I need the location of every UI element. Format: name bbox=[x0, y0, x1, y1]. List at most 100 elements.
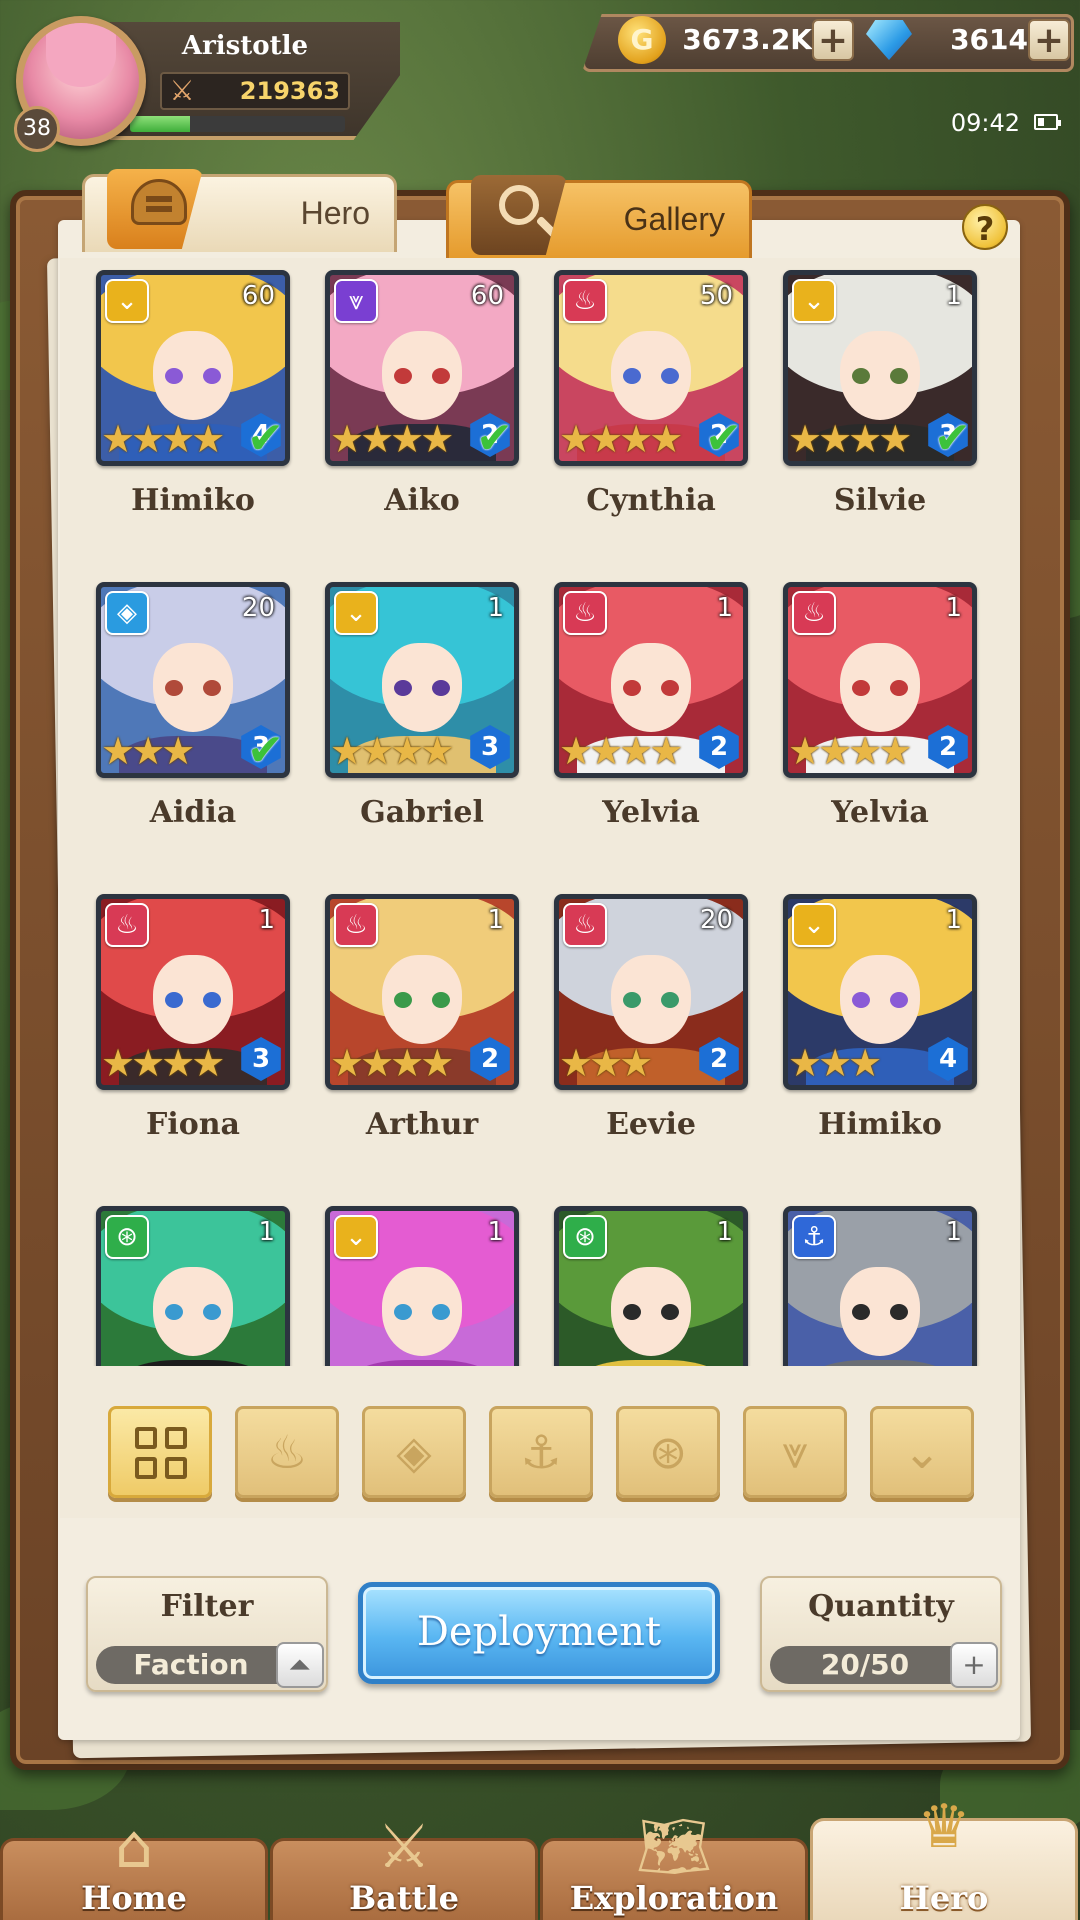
tab-hero[interactable]: Hero bbox=[82, 169, 397, 252]
hero-card[interactable]: ♨ 1 ★★★★ 2 Yelvia bbox=[783, 582, 977, 830]
filter-dropdown[interactable]: Faction ⏶ bbox=[96, 1642, 324, 1688]
hero-level: 1 bbox=[716, 593, 733, 623]
hero-stars: ★★★★ bbox=[788, 417, 912, 461]
hero-card[interactable]: ♨ 1 ★★★★ 2 Yelvia bbox=[554, 582, 748, 830]
hero-card[interactable]: ♨ 1 ★★★★ 2 Arthur bbox=[325, 894, 519, 1142]
hero-card[interactable]: ⩔ 60 ★★★★ 2 ✔ Aiko bbox=[325, 270, 519, 518]
hero-stars: ★★★★ bbox=[101, 1041, 225, 1085]
hero-card[interactable]: ◈ 20 ★★★ 3 ✔ Aidia bbox=[96, 582, 290, 830]
hero-name: Cynthia bbox=[586, 483, 716, 518]
hero-level: 1 bbox=[945, 1217, 962, 1247]
add-gold-button[interactable]: + bbox=[812, 19, 854, 61]
hero-card[interactable]: ⌄ 1 ★★★★ 3 ✔ Silvie bbox=[783, 270, 977, 518]
gold-value: 3673.2K bbox=[682, 23, 812, 56]
hero-level: 1 bbox=[945, 905, 962, 935]
nature-faction-icon: ⊛ bbox=[105, 1215, 149, 1259]
help-button[interactable]: ? bbox=[962, 204, 1008, 250]
gem-value: 3614 bbox=[950, 23, 1028, 56]
hero-card[interactable]: ♨ 50 ★★★★ 2 ✔ Cynthia bbox=[554, 270, 748, 518]
hero-portrait: ◈ 20 ★★★ 3 ✔ bbox=[96, 582, 290, 778]
hero-level: 1 bbox=[258, 905, 275, 935]
filter-control: Filter Faction ⏶ bbox=[86, 1576, 328, 1692]
hero-card[interactable]: ⌄ 1 ★★★ 4 Himiko bbox=[783, 894, 977, 1142]
hero-card[interactable]: ⌄ 1 ★★★★ 3 Gabriel bbox=[325, 582, 519, 830]
faction-filter-icon: ⊛ bbox=[648, 1425, 688, 1479]
hero-stars: ★★★★ bbox=[559, 417, 683, 461]
light-faction-icon: ⌄ bbox=[792, 903, 836, 947]
hero-name: Yelvia bbox=[602, 795, 700, 830]
hero-card[interactable]: ♨ 1 ★★★★ 3 Fiona bbox=[96, 894, 290, 1142]
filter-toggle-button[interactable]: ⏶ bbox=[276, 1642, 324, 1688]
add-gems-button[interactable]: + bbox=[1028, 19, 1070, 61]
faction-filter-icon: ⚓ bbox=[520, 1425, 562, 1479]
hero-portrait: ⌄ 60 ★★★★ 4 ✔ bbox=[96, 270, 290, 466]
tab-gallery[interactable]: Gallery bbox=[446, 175, 752, 258]
hero-art-face bbox=[152, 642, 234, 733]
xp-bar bbox=[130, 116, 345, 132]
battery-icon bbox=[1034, 114, 1061, 130]
hero-level: 1 bbox=[716, 1217, 733, 1247]
hero-card[interactable]: ⌄ 60 ★★★★ 4 ✔ Himiko bbox=[96, 270, 290, 518]
power-value: 219363 bbox=[239, 77, 340, 105]
xp-fill bbox=[130, 116, 191, 132]
water-faction-icon: ◈ bbox=[105, 591, 149, 635]
status-time: 09:42 bbox=[950, 109, 1020, 137]
faction-filter-bar: ♨ ◈ ⚓ ⊛ ⩔ ⌄ bbox=[88, 1366, 994, 1498]
anchor-filter-button[interactable]: ⚓ bbox=[489, 1406, 593, 1498]
filter-value: Faction bbox=[133, 1648, 249, 1681]
player-level-badge: 38 bbox=[14, 106, 60, 152]
hero-level: 20 bbox=[241, 593, 275, 623]
hero-card[interactable]: ⊛ 1 bbox=[554, 1206, 748, 1366]
all-filter-button[interactable] bbox=[108, 1406, 212, 1498]
deployed-check-icon: ✔ bbox=[934, 413, 971, 464]
hero-portrait: ⌄ 1 ★★★★ 3 ✔ bbox=[783, 270, 977, 466]
faction-filter-icon: ◈ bbox=[396, 1425, 432, 1479]
filter-label: Filter bbox=[160, 1589, 254, 1624]
hero-art-face bbox=[839, 642, 921, 733]
hero-name: Gabriel bbox=[360, 795, 484, 830]
player-name: Aristotle bbox=[181, 31, 309, 61]
hero-stars: ★★★★ bbox=[559, 729, 683, 773]
expand-quantity-button[interactable]: + bbox=[950, 1642, 998, 1688]
hero-stars: ★★★★ bbox=[101, 417, 225, 461]
hero-name: Arthur bbox=[365, 1107, 479, 1142]
hero-art-face bbox=[152, 330, 234, 421]
hero-art-face bbox=[839, 1266, 921, 1357]
hero-card[interactable]: ♨ 20 ★★★ 2 Eevie bbox=[554, 894, 748, 1142]
fire-faction-icon: ♨ bbox=[334, 903, 378, 947]
hero-portrait: ⌄ 1 ★★★ 4 bbox=[783, 894, 977, 1090]
dark-filter-button[interactable]: ⩔ bbox=[743, 1406, 847, 1498]
hero-art-face bbox=[381, 642, 463, 733]
hero-art-face bbox=[381, 954, 463, 1045]
nav-home[interactable]: ⌂ Home bbox=[0, 1812, 268, 1920]
deployment-button[interactable]: Deployment bbox=[358, 1582, 720, 1684]
hero-portrait: ⩔ 60 ★★★★ 2 ✔ bbox=[325, 270, 519, 466]
light-filter-button[interactable]: ⌄ bbox=[870, 1406, 974, 1498]
hero-card[interactable]: ⚓ 1 bbox=[783, 1206, 977, 1366]
nav-battle[interactable]: ⚔ Battle bbox=[270, 1812, 538, 1920]
nav-exploration[interactable]: 🗺 Exploration bbox=[540, 1812, 808, 1920]
hero-portrait: ♨ 1 ★★★★ 2 bbox=[783, 582, 977, 778]
hero-stars: ★★★★ bbox=[330, 1041, 454, 1085]
water-filter-button[interactable]: ◈ bbox=[362, 1406, 466, 1498]
hero-stars: ★★★ bbox=[101, 729, 195, 773]
hero-portrait: ⚓ 1 bbox=[783, 1206, 977, 1366]
hero-portrait: ♨ 1 ★★★★ 2 bbox=[554, 582, 748, 778]
light-faction-icon: ⌄ bbox=[105, 279, 149, 323]
grid-icon bbox=[135, 1427, 191, 1483]
hero-card[interactable]: ⌄ 1 bbox=[325, 1206, 519, 1366]
hero-name: Himiko bbox=[818, 1107, 942, 1142]
fire-filter-button[interactable]: ♨ bbox=[235, 1406, 339, 1498]
hero-portrait: ⌄ 1 bbox=[325, 1206, 519, 1366]
hero-portrait: ♨ 50 ★★★★ 2 ✔ bbox=[554, 270, 748, 466]
hero-card[interactable]: ⊛ 1 bbox=[96, 1206, 290, 1366]
nav-label: Exploration bbox=[569, 1879, 779, 1917]
fire-faction-icon: ♨ bbox=[563, 591, 607, 635]
hero-portrait: ♨ 1 ★★★★ 2 bbox=[325, 894, 519, 1090]
nature-filter-button[interactable]: ⊛ bbox=[616, 1406, 720, 1498]
nav-hero[interactable]: ♛ Hero bbox=[810, 1792, 1078, 1920]
quantity-label: Quantity bbox=[808, 1589, 954, 1624]
hero-art-face bbox=[610, 642, 692, 733]
quantity-value: 20/50 bbox=[820, 1648, 910, 1681]
hero-grid: ⌄ 60 ★★★★ 4 ✔ Himiko ⩔ 60 ★★★★ 2 ✔ Aiko ♨ 50 ★★★★ 2 ✔ Cyn… bbox=[60, 266, 1020, 1366]
